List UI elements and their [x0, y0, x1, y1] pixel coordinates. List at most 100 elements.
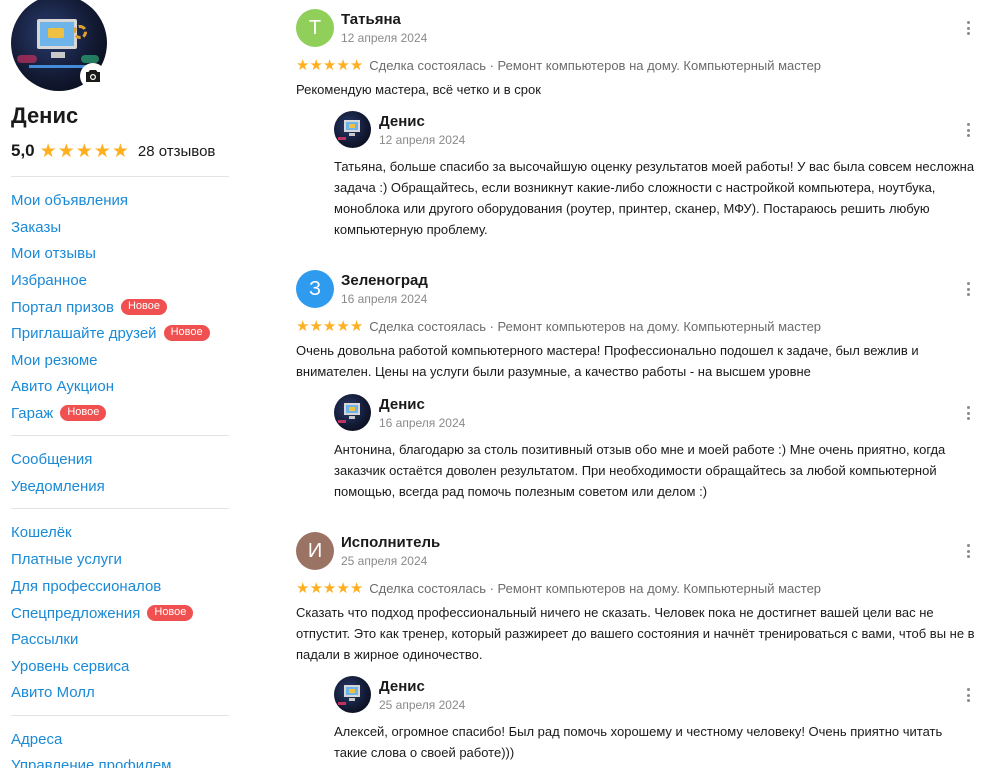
reviewer-avatar: З	[296, 270, 334, 308]
reviewer-avatar: Т	[296, 9, 334, 47]
nav-label: Рассылки	[11, 630, 79, 648]
star-icon: ★	[349, 56, 364, 74]
profile-sidebar: Денис 5,0 ★ ★ ★ ★ ★ 28 отзывов Мои объяв…	[0, 0, 245, 768]
reviewer-name: Татьяна	[341, 11, 401, 28]
reviews-count-link[interactable]: 28 отзывов	[138, 143, 216, 160]
nav-prize-portal[interactable]: Портал призов Новое	[11, 297, 167, 317]
reviewer-avatar: И	[296, 532, 334, 570]
star-icon: ★	[336, 56, 350, 74]
reply-author: Денис	[379, 396, 425, 413]
nav-my-ads[interactable]: Мои объявления	[11, 190, 128, 210]
nav-avito-auction[interactable]: Авито Аукцион	[11, 376, 114, 396]
nav-addresses[interactable]: Адреса	[11, 729, 62, 749]
more-options-icon[interactable]	[962, 121, 974, 139]
star-icon: ★	[309, 56, 323, 74]
review-text: Очень довольна работой компьютерного мас…	[296, 343, 919, 379]
reply-date: 12 апреля 2024	[379, 133, 466, 147]
star-icon: ★	[349, 579, 364, 597]
seller-avatar	[334, 111, 371, 148]
star-icon: ★	[322, 56, 337, 74]
profile-rating: 5,0 ★ ★ ★ ★ ★ 28 отзывов	[11, 140, 215, 162]
star-icon: ★	[309, 317, 323, 335]
star-icon: ★	[309, 579, 323, 597]
nav-label: Спецпредложения	[11, 604, 141, 622]
nav-profile-management[interactable]: Управление профилем	[11, 755, 172, 768]
divider	[11, 435, 229, 436]
review-date: 25 апреля 2024	[341, 554, 428, 568]
nav-label: Платные услуги	[11, 550, 122, 568]
review-rating: ★ ★ ★ ★ ★ Сделка состоялась · Ремонт компьют…	[296, 579, 821, 597]
nav-label: Для профессионалов	[11, 577, 162, 595]
more-options-icon[interactable]	[962, 542, 974, 560]
new-badge: Новое	[163, 325, 210, 341]
nav-invite-friends[interactable]: Приглашайте друзей Новое	[11, 323, 210, 343]
nav-garage[interactable]: Гараж Новое	[11, 403, 107, 423]
star-icon: ★	[322, 579, 337, 597]
nav-label: Мои объявления	[11, 191, 128, 209]
nav-for-professionals[interactable]: Для профессионалов	[11, 576, 161, 596]
nav-favorites[interactable]: Избранное	[11, 270, 87, 290]
reply-author: Денис	[379, 678, 425, 695]
divider	[11, 715, 229, 716]
reply-text: Татьяна, больше спасибо за высочайшую оц…	[334, 159, 975, 237]
seller-avatar	[334, 394, 371, 431]
review-text: Сказать что подход профессиональный ниче…	[296, 605, 975, 662]
divider	[11, 508, 229, 509]
nav-paid-services[interactable]: Платные услуги	[11, 549, 122, 569]
review-rating: ★ ★ ★ ★ ★ Сделка состоялась · Ремонт компьют…	[296, 56, 821, 74]
nav-notifications[interactable]: Уведомления	[11, 476, 105, 496]
seller-avatar	[334, 676, 371, 713]
review-text: Рекомендую мастера, всё четко и в срок	[296, 82, 541, 97]
more-options-icon[interactable]	[962, 686, 974, 704]
camera-icon[interactable]	[80, 63, 106, 89]
review-date: 12 апреля 2024	[341, 31, 428, 45]
more-options-icon[interactable]	[962, 404, 974, 422]
more-options-icon[interactable]	[962, 19, 974, 37]
nav-messages[interactable]: Сообщения	[11, 449, 92, 469]
nav-special-offers[interactable]: Спецпредложения Новое	[11, 603, 194, 623]
rating-value: 5,0	[11, 141, 35, 160]
deal-status: Сделка состоялась · Ремонт компьютеров н…	[369, 57, 822, 73]
nav-orders[interactable]: Заказы	[11, 217, 61, 237]
star-icon: ★	[349, 317, 364, 335]
star-icon: ★	[75, 140, 93, 162]
deal-status: Сделка состоялась · Ремонт компьютеров н…	[369, 580, 822, 596]
star-icon: ★	[296, 317, 310, 335]
star-icon: ★	[57, 140, 75, 162]
star-icon: ★	[296, 56, 310, 74]
nav-label: Приглашайте друзей	[11, 324, 157, 342]
more-options-icon[interactable]	[962, 280, 974, 298]
new-badge: Новое	[60, 405, 107, 421]
nav-label: Заказы	[11, 218, 62, 236]
reply-date: 25 апреля 2024	[379, 698, 466, 712]
star-icon: ★	[93, 140, 111, 162]
nav-mailings[interactable]: Рассылки	[11, 629, 78, 649]
nav-my-resumes[interactable]: Мои резюме	[11, 350, 98, 370]
rating-stars: ★ ★ ★ ★ ★	[40, 142, 130, 161]
reply-text: Антонина, благодарю за столь позитивный …	[334, 442, 946, 499]
nav-service-level[interactable]: Уровень сервиса	[11, 656, 129, 676]
nav-label: Авито Молл	[11, 683, 95, 701]
reviewer-name: Исполнитель	[341, 534, 441, 551]
nav-label: Авито Аукцион	[11, 377, 115, 395]
nav-label: Уровень сервиса	[11, 657, 130, 675]
star-icon: ★	[336, 317, 350, 335]
review-rating: ★ ★ ★ ★ ★ Сделка состоялась · Ремонт компьют…	[296, 317, 821, 335]
new-badge: Новое	[147, 605, 194, 621]
nav-label: Гараж	[11, 404, 54, 422]
nav-label: Мои резюме	[11, 351, 98, 369]
star-icon: ★	[322, 317, 337, 335]
nav-my-reviews[interactable]: Мои отзывы	[11, 243, 96, 263]
nav-label: Кошелёк	[11, 523, 72, 541]
nav-label: Сообщения	[11, 450, 93, 468]
nav-avito-mall[interactable]: Авито Молл	[11, 682, 95, 702]
nav-wallet[interactable]: Кошелёк	[11, 522, 72, 542]
deal-status: Сделка состоялась · Ремонт компьютеров н…	[369, 318, 822, 334]
nav-label: Избранное	[11, 271, 88, 289]
star-icon: ★	[296, 579, 310, 597]
nav-label: Управление профилем	[11, 756, 172, 768]
star-icon: ★	[111, 140, 129, 162]
star-icon: ★	[39, 140, 57, 162]
nav-label: Портал призов	[11, 298, 114, 316]
reply-text: Алексей, огромное спасибо! Был рад помоч…	[334, 724, 943, 760]
